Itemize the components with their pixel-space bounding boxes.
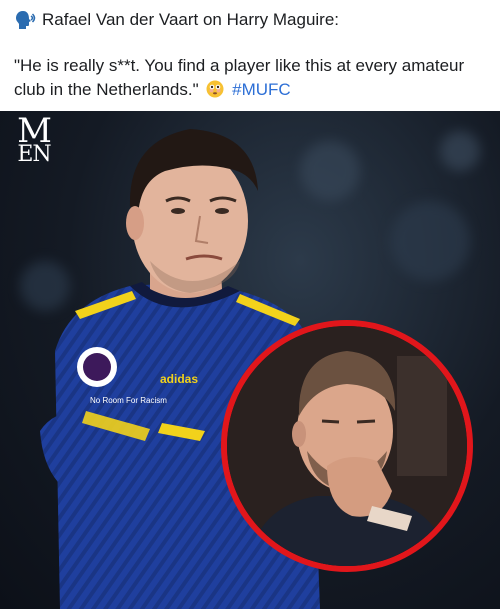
quote-line-1: "He is really s**t. You find a player li…	[14, 56, 465, 75]
headline-row: Rafael Van der Vaart on Harry Maguire:	[14, 8, 490, 32]
flushed-face-emoji	[206, 80, 224, 98]
inset-person-figure	[227, 326, 467, 566]
headline-text: Rafael Van der Vaart on Harry Maguire:	[42, 10, 340, 29]
post-text: Rafael Van der Vaart on Harry Maguire: "…	[14, 8, 490, 102]
quote-line-2: club in the Netherlands." #MUFC	[14, 78, 490, 102]
hashtag-link[interactable]: #MUFC	[232, 80, 291, 99]
sponsor-text: adidas	[160, 372, 198, 386]
men-logo: M EN	[14, 111, 54, 168]
logo-letter-m: M	[17, 111, 52, 151]
post-photo[interactable]: adidas No Room For Racism M EN	[0, 111, 500, 609]
inset-photo-circle	[221, 320, 473, 572]
quote-line-2-text: club in the Netherlands."	[14, 80, 199, 99]
speaking-head-icon	[14, 9, 36, 31]
logo-letters-en: EN	[17, 142, 51, 167]
chest-text: No Room For Racism	[90, 396, 167, 405]
